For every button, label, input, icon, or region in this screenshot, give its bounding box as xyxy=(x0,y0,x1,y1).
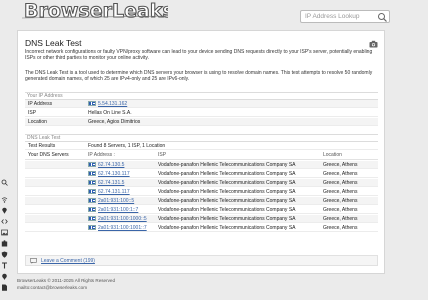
dns-server-ip-link[interactable]: 2a01:931:100:1001::7 xyxy=(98,225,147,231)
footer: BrowserLeaks © 2011-2025 All Rights Rese… xyxy=(17,278,115,291)
footer-copyright: BrowserLeaks © 2011-2025 All Rights Rese… xyxy=(17,278,116,283)
dns-server-ip-link[interactable]: 2a01:931:100:1000::5 xyxy=(98,216,147,222)
page-title: DNS Leak Test xyxy=(25,38,82,48)
text-icon[interactable] xyxy=(1,262,8,269)
dns-server-row: 62.74.130.117 Vodafone-panafon Hellenic T… xyxy=(25,170,378,178)
map-pin-icon[interactable] xyxy=(1,207,8,214)
ip-address-link[interactable]: 5.54.131.162 xyxy=(98,101,127,107)
code-icon[interactable] xyxy=(1,218,8,225)
flag-greece-icon xyxy=(88,179,96,185)
wifi-icon[interactable] xyxy=(1,196,8,203)
intro-paragraph: Incorrect network configurations or faul… xyxy=(25,49,373,62)
dns-server-isp: Vodafone-panafon Hellenic Telecommunicat… xyxy=(158,198,296,204)
column-location: Location xyxy=(323,152,342,158)
flag-greece-icon xyxy=(88,206,96,212)
search-rail-icon[interactable] xyxy=(1,179,8,186)
dns-server-isp: Vodafone-panafon Hellenic Telecommunicat… xyxy=(158,171,296,177)
row-label: IP Address xyxy=(28,101,53,107)
left-rail xyxy=(0,176,10,300)
dns-server-ip-link[interactable]: 62.74.131.5 xyxy=(98,180,124,186)
dns-server-isp: Vodafone-panafon Hellenic Telecommunicat… xyxy=(158,207,296,213)
search-box[interactable] xyxy=(300,10,390,23)
dns-server-location: Greece, Athens xyxy=(323,216,358,222)
flag-greece-icon xyxy=(88,224,96,230)
row-value: Found 8 Servers, 1 ISP, 1 Location xyxy=(88,143,166,149)
dns-server-location: Greece, Athens xyxy=(323,207,358,213)
search-icon[interactable] xyxy=(377,12,388,23)
section-dns-leak-test: DNS Leak Test xyxy=(25,134,378,142)
description-paragraph: The DNS Leak Test is a tool used to dete… xyxy=(25,70,373,83)
logo-text: BrowserLeaks.com xyxy=(24,0,168,22)
location-icon[interactable] xyxy=(1,273,8,280)
servers-label: Your DNS Servers xyxy=(28,152,69,158)
flag-greece-icon xyxy=(88,161,96,167)
ip-address-row: IP Address 5.54.131.162 xyxy=(25,100,378,108)
camera-icon[interactable] xyxy=(369,40,378,48)
dns-server-row: 2a01:931:100:1000::5 Vodafone-panafon Hel… xyxy=(25,215,378,223)
dns-server-row: 2a01:931:100:1001::7 Vodafone-panafon Hel… xyxy=(25,224,378,232)
flag-greece-icon xyxy=(88,197,96,203)
dns-server-ip-link[interactable]: 62.74.130.5 xyxy=(98,162,124,168)
logo[interactable]: BrowserLeaks.com xyxy=(18,0,226,23)
dns-server-row: 2a01:931:100:1::7 Vodafone-panafon Hellen… xyxy=(25,206,378,214)
header: BrowserLeaks.com xyxy=(0,0,428,28)
logo-wordmark: BrowserLeaks.com xyxy=(21,0,226,23)
dns-server-row: 62.74.131.117 Vodafone-panafon Hellenic T… xyxy=(25,188,378,196)
leave-comment-link[interactable]: Leave a Comment (199) xyxy=(41,256,95,266)
dns-server-location: Greece, Athens xyxy=(323,162,358,168)
row-label: ISP xyxy=(28,110,37,116)
dns-server-location: Greece, Athens xyxy=(323,180,358,186)
search-input[interactable] xyxy=(301,11,377,22)
flag-greece-icon xyxy=(88,215,96,221)
image-icon[interactable] xyxy=(1,229,8,236)
comments-bar: Leave a Comment (199) xyxy=(25,255,378,266)
dns-server-isp: Vodafone-panafon Hellenic Telecommunicat… xyxy=(158,189,296,195)
main-panel: DNS Leak Test Incorrect network configur… xyxy=(17,30,385,274)
dns-server-ip-link[interactable]: 2a01:931:100::5 xyxy=(98,198,134,204)
row-value: Greece, Agios Dimitrios xyxy=(88,119,141,125)
dns-server-location: Greece, Athens xyxy=(323,225,358,231)
isp-row: ISP Hellas On Line S.A. xyxy=(25,109,378,117)
test-results-row: Test Results Found 8 Servers, 1 ISP, 1 L… xyxy=(25,142,378,150)
footer-contact-link[interactable]: mailto:contact@browserleaks.com xyxy=(17,285,115,292)
dns-server-location: Greece, Athens xyxy=(323,171,358,177)
dns-server-ip-link[interactable]: 62.74.131.117 xyxy=(98,189,130,195)
row-label: Test Results xyxy=(28,143,56,149)
dns-server-ip-link[interactable]: 2a01:931:100:1::7 xyxy=(98,207,138,213)
dns-server-row: 62.74.130.5 Vodafone-panafon Hellenic Tel… xyxy=(25,161,378,169)
dns-server-isp: Vodafone-panafon Hellenic Telecommunicat… xyxy=(158,225,296,231)
dns-server-isp: Vodafone-panafon Hellenic Telecommunicat… xyxy=(158,216,296,222)
flag-greece-icon xyxy=(88,188,96,194)
servers-header-row: Your DNS Servers IP Address : ISP Locati… xyxy=(25,151,378,160)
column-isp: ISP xyxy=(158,152,167,158)
column-ip: IP Address : xyxy=(88,152,115,158)
location-row: Location Greece, Agios Dimitrios xyxy=(25,118,378,126)
document-icon[interactable] xyxy=(1,284,8,291)
dns-server-isp: Vodafone-panafon Hellenic Telecommunicat… xyxy=(158,180,296,186)
puzzle-icon[interactable] xyxy=(1,240,8,247)
dns-server-ip-link[interactable]: 62.74.130.117 xyxy=(98,171,130,177)
section-your-ip: Your IP Address xyxy=(25,92,378,100)
row-label: Location xyxy=(28,119,47,125)
dns-server-row: 62.74.131.5 Vodafone-panafon Hellenic Tel… xyxy=(25,179,378,187)
row-value: Hellas On Line S.A. xyxy=(88,110,132,116)
dns-server-location: Greece, Athens xyxy=(323,189,358,195)
comment-icon xyxy=(30,258,38,264)
flag-greece-icon xyxy=(88,100,96,106)
shield-icon[interactable] xyxy=(1,251,8,258)
dns-server-location: Greece, Athens xyxy=(323,198,358,204)
dns-server-row: 2a01:931:100::5 Vodafone-panafon Hellenic… xyxy=(25,197,378,205)
dns-server-isp: Vodafone-panafon Hellenic Telecommunicat… xyxy=(158,162,296,168)
flag-greece-icon xyxy=(88,170,96,176)
